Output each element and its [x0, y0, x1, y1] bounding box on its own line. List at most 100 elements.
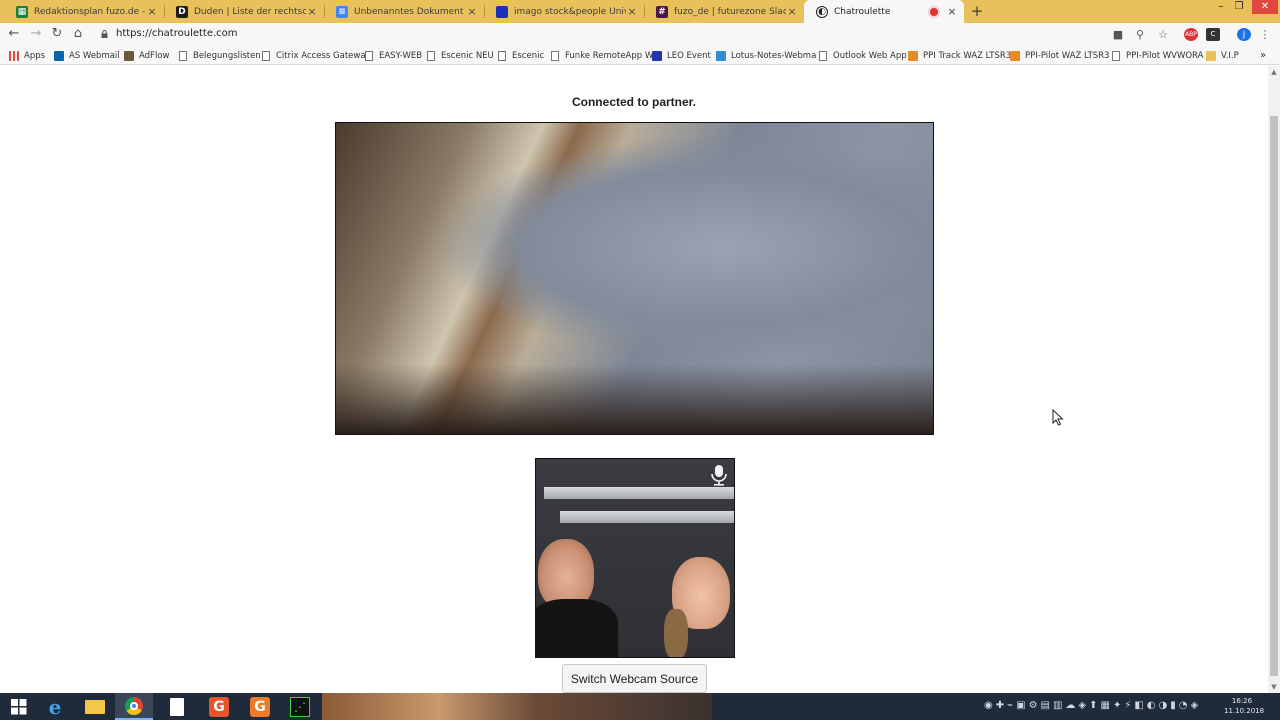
self-webcam-video [535, 458, 735, 658]
bookmark-label: V.I.P [1221, 50, 1239, 61]
new-tab-button[interactable]: + [968, 0, 986, 23]
person-shirt [536, 599, 618, 657]
tab-close-icon[interactable]: × [146, 5, 158, 18]
lotus-icon [716, 50, 726, 61]
chatroulette-icon: ◐ [816, 5, 828, 18]
page-icon [179, 50, 187, 61]
duden-icon: D [176, 5, 188, 18]
tab-close-icon[interactable]: × [466, 5, 478, 18]
bookmark-ppi-pilot-waz[interactable]: PPI-Pilot WAZ LTSR3 [1010, 46, 1109, 65]
page-icon [365, 50, 373, 61]
reload-icon[interactable]: ↻ [49, 26, 65, 42]
microphone-icon[interactable] [708, 463, 730, 487]
terminal-icon[interactable]: ⋰ [281, 693, 319, 720]
bookmarks-overflow-button[interactable]: » [1260, 46, 1266, 65]
tab-duden[interactable]: D Duden | Liste der rechtschreiblich × [164, 0, 324, 23]
notepad-icon[interactable] [158, 693, 196, 720]
tab-strip: ▦ Redaktionsplan fuzo.de - Google × D Du… [0, 0, 1280, 23]
bookmark-ppi-pilot-wvwora[interactable]: PPI-Pilot WVWORA [1112, 46, 1203, 65]
page-icon [262, 50, 270, 61]
bookmark-label: Apps [24, 50, 46, 61]
tab-close-icon[interactable]: × [786, 5, 798, 18]
restore-button[interactable]: ❐ [1228, 0, 1250, 14]
app-g-icon[interactable]: G [200, 693, 238, 720]
bookmark-ppi-track[interactable]: PPI Track WAZ LTSR3 [908, 46, 1011, 65]
ppi-icon [908, 50, 918, 61]
scroll-down-icon[interactable]: ▼ [1268, 681, 1280, 693]
bookmark-label: Escenic [512, 50, 545, 61]
page-icon [498, 50, 506, 61]
app-g-icon[interactable]: G [241, 693, 279, 720]
bookmark-belegungslisten[interactable]: Belegungslisten [179, 46, 261, 65]
page-icon [819, 50, 827, 61]
bookmark-escenic-neu[interactable]: Escenic NEU [427, 46, 494, 65]
bookmark-as-webmail[interactable]: AS Webmail [54, 46, 120, 65]
bookmark-funke-remoteapp[interactable]: Funke RemoteApp W [551, 46, 653, 65]
adblock-icon[interactable]: ABP [1184, 28, 1198, 41]
lock-icon[interactable] [101, 30, 108, 38]
bookmark-vip[interactable]: V.I.P [1206, 46, 1239, 65]
back-arrow-icon[interactable]: ← [6, 26, 22, 42]
video-shadow [336, 364, 933, 434]
bookmark-label: Escenic NEU [441, 50, 494, 61]
clock-time: 16:26 [1231, 697, 1253, 705]
tab-slack[interactable]: # fuzo_de | futurezone Slack × [644, 0, 804, 23]
bookmark-label: Citrix Access Gatewa [276, 50, 366, 61]
person-hair [664, 609, 688, 657]
bookmark-label: Outlook Web App [833, 50, 907, 61]
bookmark-adflow[interactable]: AdFlow [124, 46, 169, 65]
tab-redaktionsplan[interactable]: ▦ Redaktionsplan fuzo.de - Google × [4, 0, 164, 23]
menu-dots-icon[interactable]: ⋮ [1258, 28, 1272, 41]
bookmark-label: PPI-Pilot WAZ LTSR3 [1025, 50, 1110, 61]
bookmark-lotus-notes[interactable]: Lotus-Notes-Webma [716, 46, 816, 65]
bookmark-easy-web[interactable]: EASY-WEB [365, 46, 422, 65]
bookmark-label: PPI Track WAZ LTSR3 [923, 50, 1012, 61]
tab-title: Unbenanntes Dokument - Google [354, 6, 466, 17]
camera-icon[interactable]: ■ [1111, 28, 1125, 41]
ppi-icon [1010, 50, 1020, 61]
tab-title: fuzo_de | futurezone Slack [674, 6, 786, 17]
tab-close-icon[interactable]: × [946, 5, 958, 18]
bookmark-citrix[interactable]: Citrix Access Gatewa [262, 46, 366, 65]
tab-close-icon[interactable]: × [626, 5, 638, 18]
close-window-button[interactable]: ✕ [1252, 0, 1278, 14]
taskbar-clock[interactable]: 16:26 11.10.2018 [1224, 696, 1264, 716]
tab-close-icon[interactable]: × [306, 5, 318, 18]
star-icon[interactable]: ☆ [1156, 28, 1170, 41]
extension-icon[interactable]: C [1206, 28, 1220, 41]
recording-indicator-icon [930, 7, 938, 16]
tab-title: Chatroulette [834, 6, 891, 17]
bookmark-label: LEO Event [667, 50, 711, 61]
bookmark-apps[interactable]: Apps [9, 46, 45, 65]
tab-chatroulette[interactable]: ◐ Chatroulette × [804, 0, 964, 23]
profile-avatar[interactable]: J [1237, 28, 1251, 41]
connection-status: Connected to partner. [571, 95, 696, 109]
zoom-icon[interactable]: ⚲ [1133, 28, 1147, 41]
folder-icon [1206, 50, 1216, 61]
bookmark-outlook-web-app[interactable]: Outlook Web App [819, 46, 907, 65]
address-bar-input[interactable]: https://chatroulette.com [116, 28, 238, 39]
bookmark-label: PPI-Pilot WVWORA [1126, 50, 1204, 61]
file-explorer-icon[interactable] [76, 693, 114, 720]
bookmark-escenic[interactable]: Escenic [498, 46, 544, 65]
adflow-icon [124, 50, 134, 61]
imago-icon [496, 5, 508, 18]
bookmark-leo-event[interactable]: LEO Event [652, 46, 711, 65]
internet-explorer-icon[interactable]: e [36, 693, 74, 720]
start-button[interactable] [0, 693, 38, 720]
bookmark-label: Funke RemoteApp W [565, 50, 654, 61]
scroll-up-icon[interactable]: ▲ [1268, 66, 1280, 78]
tab-imago[interactable]: imago stock&people Universalfo × [484, 0, 644, 23]
tab-unbenanntes-dokument[interactable]: ≡ Unbenanntes Dokument - Google × [324, 0, 484, 23]
page-icon [551, 50, 559, 61]
home-icon[interactable]: ⌂ [70, 26, 86, 42]
bookmarks-bar: Apps AS Webmail AdFlow Belegungslisten C… [0, 46, 1280, 65]
page-scrollbar[interactable]: ▲ ▼ [1268, 66, 1280, 693]
forward-arrow-icon[interactable]: → [28, 26, 44, 42]
system-tray-icons[interactable]: ◉✚⌁▣⚙▤▥☁◈⬆▦✦⚡◧◐◑▮◔◈ [984, 700, 1201, 711]
switch-webcam-source-button[interactable]: Switch Webcam Source [562, 664, 707, 693]
chrome-icon[interactable] [115, 693, 153, 720]
scrollbar-thumb[interactable] [1270, 116, 1278, 676]
tab-title: Redaktionsplan fuzo.de - Google [34, 6, 146, 17]
desktop-wallpaper-thumbnail [322, 693, 712, 720]
